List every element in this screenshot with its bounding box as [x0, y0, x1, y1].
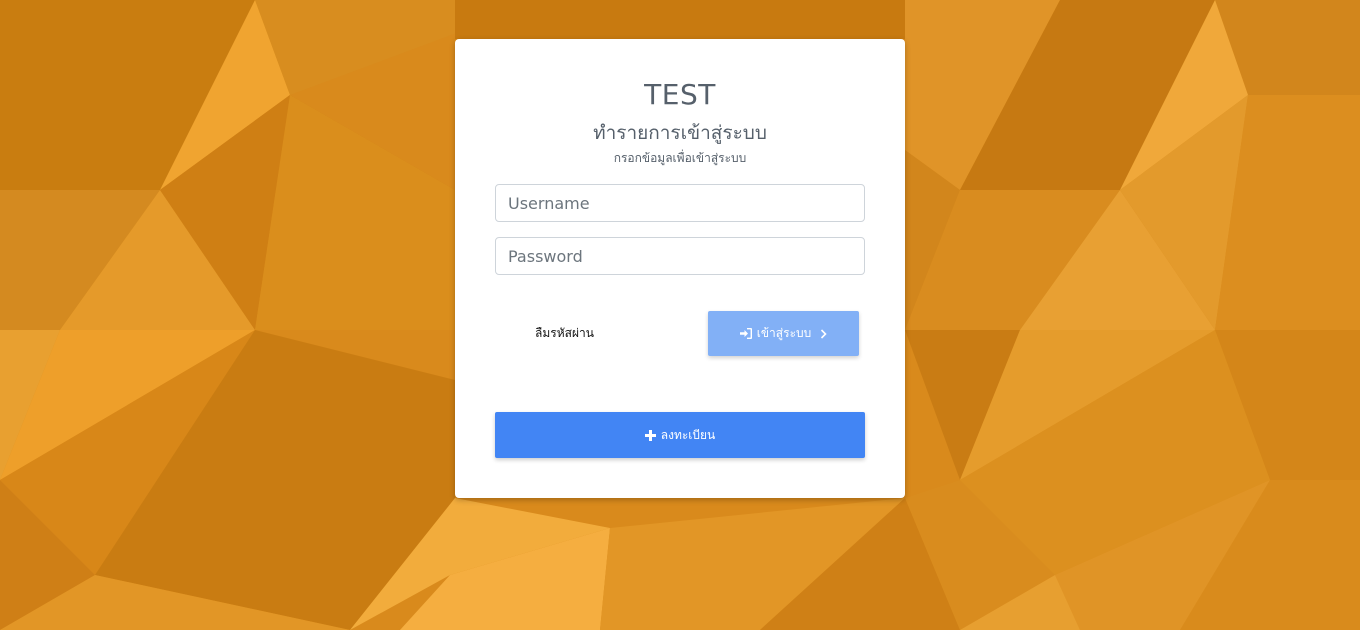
password-input[interactable]	[495, 237, 865, 275]
register-button-label: ลงทะเบียน	[660, 427, 716, 442]
login-subtitle: ทำรายการเข้าสู่ระบบ	[593, 122, 767, 144]
page-title: TEST	[644, 78, 716, 111]
forgot-password-link[interactable]: ลืมรหัสผ่าน	[535, 325, 594, 341]
login-card: TEST ทำรายการเข้าสู่ระบบ กรอกข้อมูลเพื่อ…	[455, 39, 905, 498]
login-button-label: เข้าสู่ระบบ	[756, 326, 812, 340]
sign-in-icon	[739, 328, 752, 339]
chevron-right-icon	[820, 328, 827, 339]
register-button[interactable]: ลงทะเบียน	[495, 412, 865, 458]
login-hint: กรอกข้อมูลเพื่อเข้าสู่ระบบ	[613, 151, 747, 165]
login-button[interactable]: เข้าสู่ระบบ	[708, 311, 859, 356]
username-input[interactable]	[495, 184, 865, 222]
plus-icon	[644, 429, 656, 441]
